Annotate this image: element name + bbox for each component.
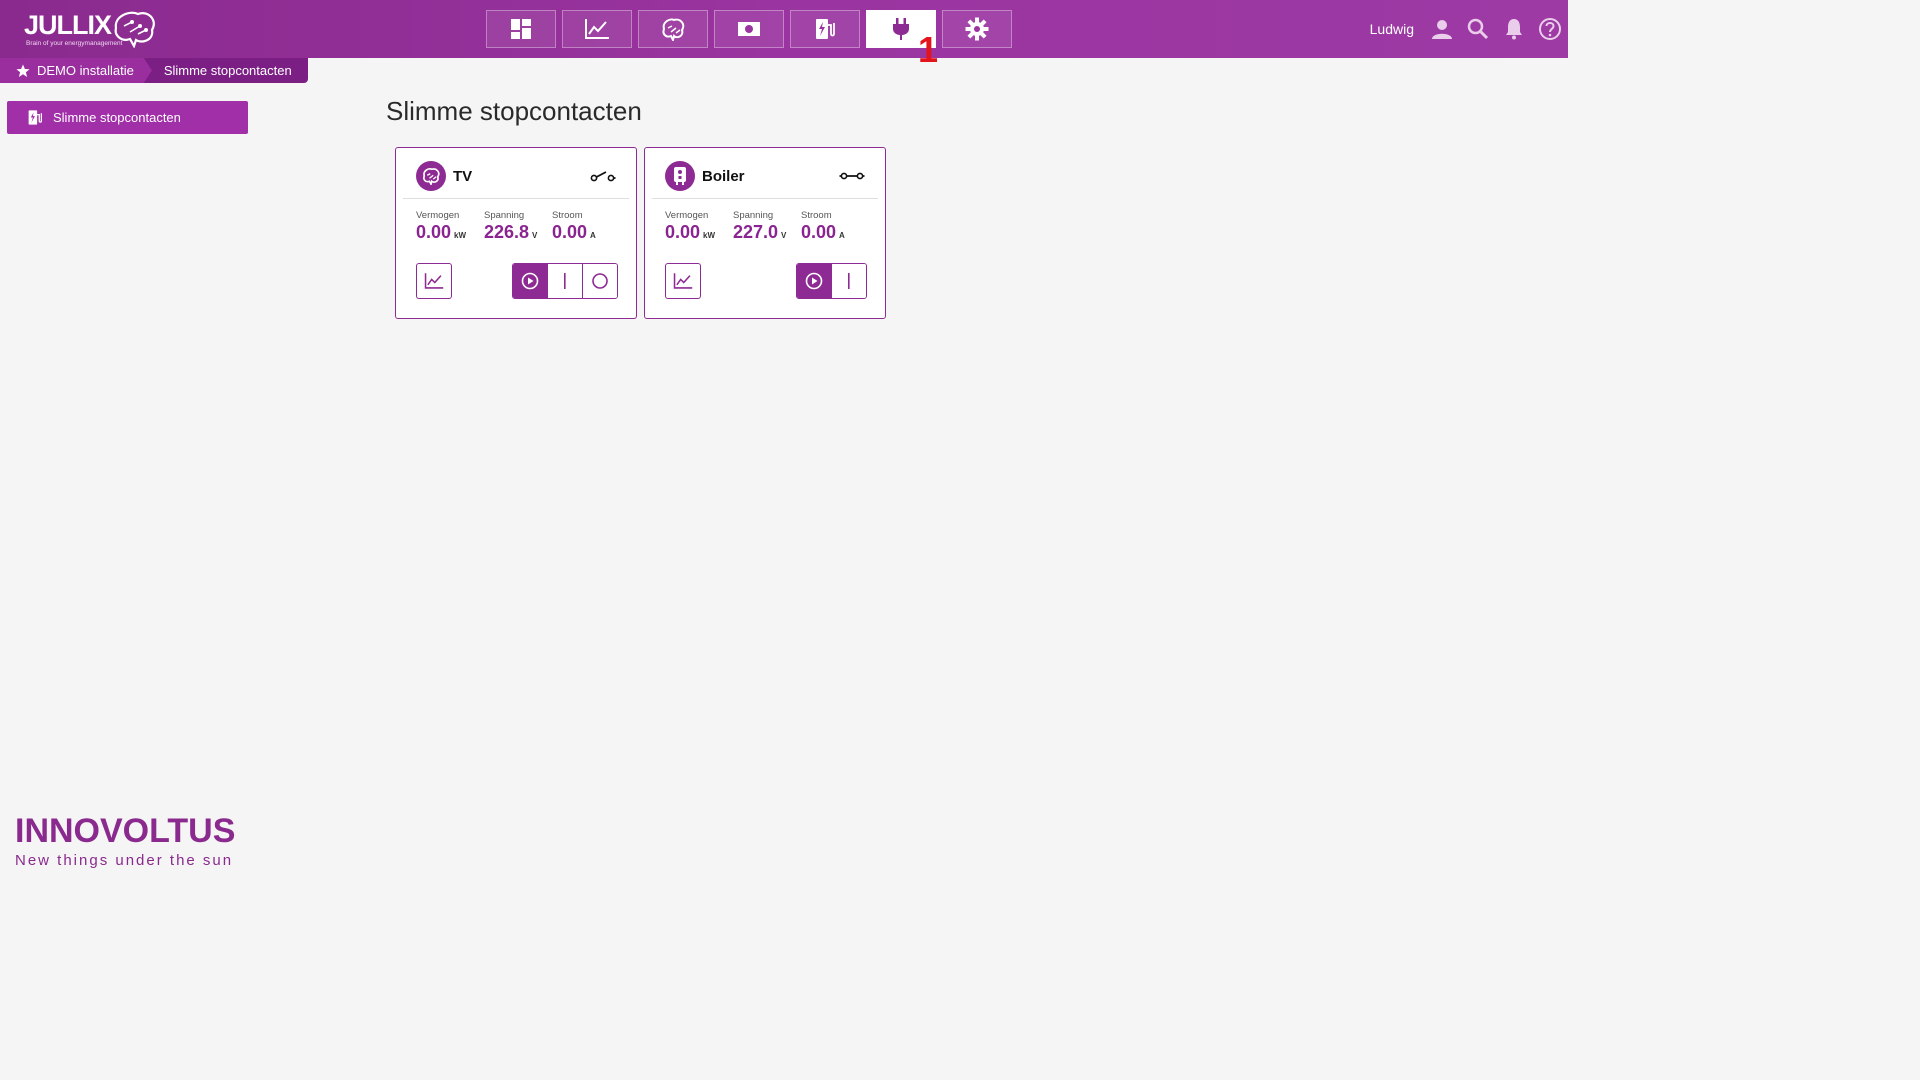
top-bar: JULLIX Brain of your energymanagement Lu… [0,0,1568,58]
breadcrumb-home[interactable]: DEMO installatie [0,58,152,83]
breadcrumb-current-label: Slimme stopcontacten [163,63,292,78]
power-off-icon [592,273,608,289]
line-chart-icon [673,273,693,289]
user-button[interactable] [1424,0,1460,58]
chart-button[interactable] [416,263,452,299]
metric-value: 0.00 [416,222,452,242]
chart-button[interactable] [665,263,701,299]
dashboard-icon [511,19,531,39]
metric-unit: V [781,231,787,240]
help-icon [1539,18,1561,40]
username[interactable]: Ludwig [1370,21,1414,37]
metric-unit: kW [454,231,467,240]
ev-charger-icon [28,110,43,125]
search-button[interactable] [1460,0,1496,58]
metric-power: Vermogen 0.00 kW [665,210,733,243]
nav-costs-button[interactable] [714,10,784,48]
brand-tagline: New things under the sun [15,852,234,869]
brain-icon [662,18,685,41]
jullix-logo[interactable]: JULLIX Brain of your energymanagement [22,6,162,50]
metric-label: Spanning [484,210,525,221]
metric-unit: A [590,231,596,240]
breadcrumb-home-label: DEMO installatie [37,63,134,78]
nav-badge: 1 [918,29,939,70]
sidebar-item-smart-plugs[interactable]: Slimme stopcontacten [7,101,248,134]
ev-charger-icon [816,19,835,39]
user-icon [1432,20,1452,39]
device-name: Boiler [702,167,745,185]
nav-graphs-button[interactable] [562,10,632,48]
power-on-icon [564,273,566,289]
innovoltus-logo: INNOVOLTUS New things under the sun [15,812,235,869]
switch-open-icon [590,171,616,182]
nav-chargers-button[interactable] [790,10,860,48]
breadcrumb-current: Slimme stopcontacten [143,58,308,83]
logo-text: JULLIX [24,10,112,40]
play-circle-icon [805,272,823,290]
mode-on-button[interactable] [547,264,582,298]
brand-name: INNOVOLTUS [15,812,236,850]
metric-voltage: Spanning 226.8 V [484,210,552,243]
metric-unit: V [532,231,538,240]
gear-icon [965,17,989,41]
metric-label: Vermogen [416,210,460,221]
mode-on-button[interactable] [831,264,866,298]
play-circle-icon [521,272,539,290]
nav-settings-button[interactable] [942,10,1012,48]
metric-value: 0.00 [552,222,588,242]
device-card-tv: TV Vermogen 0.00 kW Spanning 226.8 V Stroo… [395,147,637,319]
metric-unit: A [839,231,845,240]
metrics-row: Vermogen 0.00 kW Spanning 226.8 V Stroom 0… [416,210,620,243]
nav-dashboard-button[interactable] [486,10,556,48]
metric-label: Spanning [733,210,774,221]
line-chart-icon [585,19,609,39]
card-divider [403,198,629,199]
notifications-button[interactable] [1496,0,1532,58]
search-icon [1467,18,1489,40]
metric-voltage: Spanning 227.0 V [733,210,801,243]
boiler-icon [665,161,695,191]
power-on-icon [848,273,850,289]
metrics-row: Vermogen 0.00 kW Spanning 227.0 V Stroom 0… [665,210,869,243]
mode-auto-button[interactable] [513,264,547,298]
user-area: Ludwig [1370,0,1568,58]
metric-current: Stroom 0.00 A [801,210,869,243]
page-title: Slimme stopcontacten [386,96,642,126]
metric-unit: kW [703,231,716,240]
switch-closed-icon [839,172,865,180]
metric-value: 227.0 [733,222,779,242]
money-icon [738,22,760,36]
device-name: TV [453,167,473,185]
breadcrumb: DEMO installatie Slimme stopcontacten [0,58,308,83]
metric-label: Vermogen [665,210,709,221]
brain-icon [416,161,446,191]
logo-brain-icon [114,11,155,48]
mode-off-button[interactable] [582,264,617,298]
card-header: Boiler [665,161,865,191]
mode-selector [796,263,867,299]
plug-icon [893,18,909,40]
metric-label: Stroom [801,210,832,221]
line-chart-icon [424,273,444,289]
mode-auto-button[interactable] [797,264,831,298]
metric-power: Vermogen 0.00 kW [416,210,484,243]
metric-value: 226.8 [484,222,530,242]
mode-selector [512,263,618,299]
help-button[interactable] [1532,0,1568,58]
device-card-boiler: Boiler Vermogen 0.00 kW Spanning 227.0 V S… [644,147,886,319]
metric-label: Stroom [552,210,583,221]
metric-value: 0.00 [801,222,837,242]
metric-value: 0.00 [665,222,701,242]
card-header: TV [416,161,616,191]
star-icon [16,64,30,78]
nav-brain-button[interactable] [638,10,708,48]
card-divider [652,198,878,199]
sidebar-item-label: Slimme stopcontacten [53,110,181,125]
metric-current: Stroom 0.00 A [552,210,620,243]
bell-icon [1506,19,1522,40]
